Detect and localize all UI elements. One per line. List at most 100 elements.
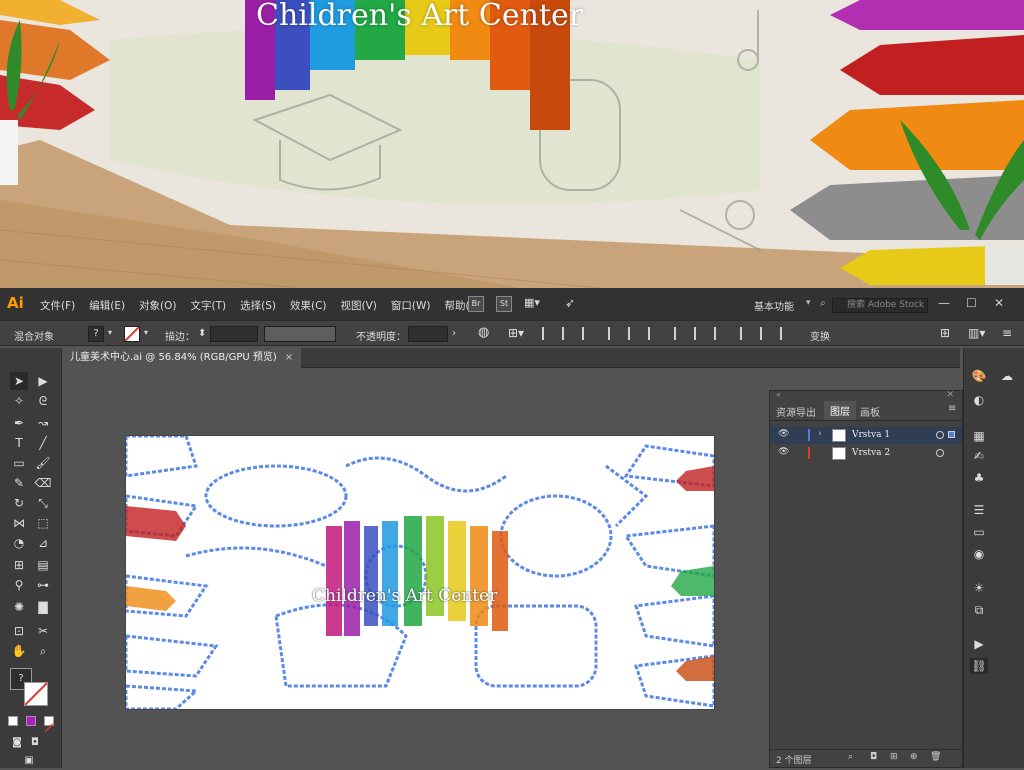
symbols-icon[interactable]: ♣ [970, 470, 988, 486]
type-tool-icon[interactable]: T [10, 434, 28, 452]
variable-width-profile[interactable] [264, 326, 336, 342]
menu-view[interactable]: 视图(V) [341, 298, 377, 313]
maximize-icon[interactable]: ☐ [966, 296, 977, 310]
align-left-icon[interactable] [542, 327, 554, 340]
pen-tool-icon[interactable]: ✒ [10, 414, 28, 432]
stroke-color-box[interactable] [24, 682, 48, 706]
delete-layer-icon[interactable]: 🗑 [930, 752, 941, 762]
new-sublayer-icon[interactable]: ⊞ [890, 752, 898, 762]
target-circle-icon[interactable] [936, 449, 944, 457]
selection-indicator[interactable] [948, 431, 955, 438]
layers-panel-menu-icon[interactable]: ≡ [948, 403, 956, 414]
appearance-icon[interactable]: ☀ [970, 580, 988, 596]
arrange-icon[interactable]: ▥▾ [968, 326, 985, 340]
actions-play-icon[interactable]: ▶ [970, 636, 988, 652]
artboard[interactable]: Children's Art Center [126, 436, 714, 709]
links-icon[interactable]: ⛓ [970, 658, 988, 674]
swatches-icon[interactable]: ▦ [970, 428, 988, 444]
shaper-tool-icon[interactable]: ✎ [10, 474, 28, 492]
menu-type[interactable]: 文字(T) [191, 298, 227, 313]
collapse-panel-icon[interactable]: « [776, 390, 781, 399]
fill-chevron-icon[interactable]: ▾ [108, 328, 112, 337]
close-icon[interactable]: ✕ [994, 296, 1004, 310]
tab-artboards[interactable]: 画板 [860, 404, 880, 419]
gradient-panel-icon[interactable]: ▭ [970, 524, 988, 540]
draw-behind-icon[interactable]: ◘ [26, 734, 44, 752]
graphic-styles-icon[interactable]: ⧉ [970, 602, 988, 618]
creative-cloud-icon[interactable]: ☁ [998, 368, 1016, 384]
screen-mode-icon[interactable]: ▣ [20, 752, 38, 770]
gradient-tool-icon[interactable]: ▤ [34, 556, 52, 574]
free-transform-tool-icon[interactable]: ⬚ [34, 514, 52, 532]
rotate-tool-icon[interactable]: ↻ [10, 494, 28, 512]
color-panel-icon[interactable]: 🎨 [970, 368, 988, 384]
stroke-swatch[interactable] [124, 326, 140, 342]
menu-effect[interactable]: 效果(C) [290, 298, 327, 313]
align-hcenter-icon[interactable] [562, 327, 574, 340]
distribute-left-icon[interactable] [740, 327, 752, 340]
symbol-sprayer-tool-icon[interactable]: ✺ [10, 598, 28, 616]
visibility-eye-icon[interactable]: 👁 [778, 447, 789, 457]
fill-swatch[interactable]: ? [88, 326, 104, 342]
menu-object[interactable]: 对象(O) [139, 298, 176, 313]
align-to-icon[interactable]: ⊞▾ [508, 326, 524, 340]
blend-tool-icon[interactable]: ⊶ [34, 576, 52, 594]
transform-link[interactable]: 变换 [810, 328, 830, 343]
stroke-weight-input[interactable] [210, 326, 258, 342]
tab-asset-export[interactable]: 资源导出 [776, 404, 816, 419]
distribute-vcenter-icon[interactable] [694, 327, 706, 340]
lasso-tool-icon[interactable]: ᘓ [34, 392, 52, 410]
brushes-icon[interactable]: ✍ [970, 448, 988, 464]
width-tool-icon[interactable]: ⋈ [10, 514, 28, 532]
gradient-mode-icon[interactable] [26, 716, 36, 726]
selection-tool-icon[interactable]: ➤ [10, 372, 28, 390]
distribute-hcenter-icon[interactable] [760, 327, 772, 340]
stock-search-input[interactable]: 搜索 Adobe Stock [832, 298, 928, 313]
distribute-right-icon[interactable] [780, 327, 792, 340]
stroke-panel-icon[interactable]: ☰ [970, 502, 988, 518]
recolor-artwork-icon[interactable]: ◍ [478, 325, 489, 340]
paintbrush-tool-icon[interactable]: 🖌 [34, 454, 52, 472]
document-tab[interactable]: 儿童美术中心.ai @ 56.84% (RGB/GPU 预览) × [62, 348, 302, 368]
draw-normal-icon[interactable]: ◙ [8, 734, 26, 752]
direct-selection-tool-icon[interactable]: ▶ [34, 372, 52, 390]
shape-builder-tool-icon[interactable]: ◔ [10, 534, 28, 552]
document-tab-close-icon[interactable]: × [285, 352, 293, 363]
menu-select[interactable]: 选择(S) [240, 298, 276, 313]
transparency-icon[interactable]: ◉ [970, 546, 988, 562]
layer-row[interactable]: 👁 Vrstva 2 [770, 445, 962, 462]
column-graph-tool-icon[interactable]: ▇ [34, 598, 52, 616]
none-mode-icon[interactable] [44, 716, 54, 733]
eraser-tool-icon[interactable]: ⌫ [34, 474, 52, 492]
stroke-spinner-icon[interactable]: ⬍ [198, 328, 206, 339]
curvature-tool-icon[interactable]: ↝ [34, 414, 52, 432]
layer-name[interactable]: Vrstva 1 [852, 430, 890, 440]
magic-wand-tool-icon[interactable]: ✧ [10, 392, 28, 410]
eyedropper-tool-icon[interactable]: ⚲ [10, 576, 28, 594]
panel-menu-icon[interactable]: ≡ [1002, 326, 1012, 340]
minimize-icon[interactable]: — [938, 296, 950, 310]
locate-object-icon[interactable]: ⌕ [848, 752, 853, 762]
new-layer-icon[interactable]: ⊕ [910, 752, 918, 762]
menu-edit[interactable]: 编辑(E) [89, 298, 125, 313]
workspace-switcher[interactable]: 基本功能 [754, 298, 794, 313]
tab-layers[interactable]: 图层 [824, 401, 856, 420]
zoom-tool-icon[interactable]: ⌕ [34, 642, 52, 660]
line-tool-icon[interactable]: ╱ [34, 434, 52, 452]
align-vcenter-icon[interactable] [628, 327, 640, 340]
workspace-chevron-icon[interactable]: ▾ [806, 298, 811, 308]
color-mode-icon[interactable] [8, 716, 18, 726]
menu-window[interactable]: 窗口(W) [391, 298, 431, 313]
opacity-input[interactable] [408, 326, 448, 342]
arrange-documents-icon[interactable]: ▦▾ [524, 296, 540, 312]
distribute-bottom-icon[interactable] [714, 327, 726, 340]
opacity-arrow-icon[interactable]: › [452, 328, 456, 339]
slice-tool-icon[interactable]: ✂ [34, 622, 52, 640]
align-top-icon[interactable] [608, 327, 620, 340]
rectangle-tool-icon[interactable]: ▭ [10, 454, 28, 472]
layer-row[interactable]: 👁 › Vrstva 1 [770, 427, 962, 444]
gpu-rocket-icon[interactable]: ➶ [562, 296, 578, 312]
color-guide-icon[interactable]: ◐ [970, 392, 988, 408]
bridge-button[interactable]: Br [468, 296, 484, 312]
mesh-tool-icon[interactable]: ⊞ [10, 556, 28, 574]
